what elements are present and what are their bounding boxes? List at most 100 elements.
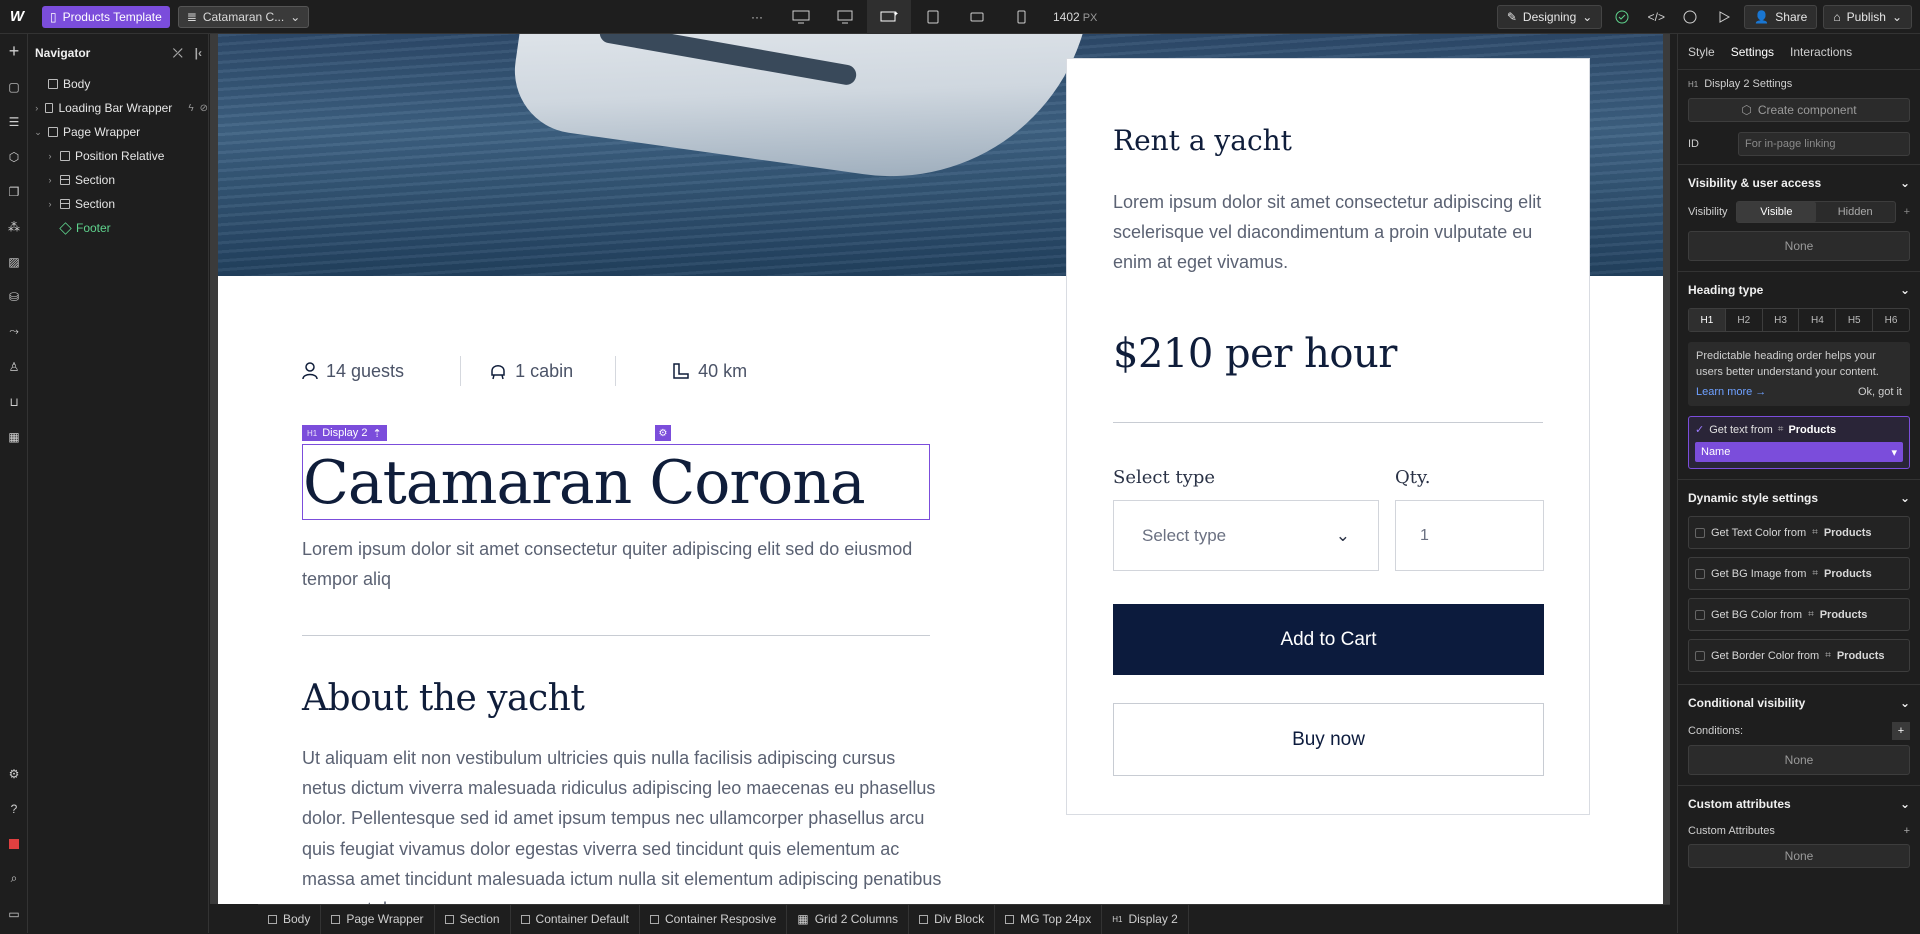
heading-h5-button[interactable]: H5 xyxy=(1836,309,1874,331)
select-parent-icon[interactable]: ⇡ xyxy=(372,427,381,440)
publish-button[interactable]: ⌂ Publish ⌄ xyxy=(1823,5,1912,29)
dynamic-border-color[interactable]: Get Border Color from ⌗ Products xyxy=(1688,639,1910,672)
breakpoint-mobile-landscape-icon[interactable] xyxy=(955,0,999,34)
navigator-icon[interactable]: ☰ xyxy=(0,104,28,139)
chevron-down-icon[interactable]: ⌄ xyxy=(1900,797,1910,811)
check-icon[interactable]: ✓ xyxy=(1695,423,1704,436)
add-panel-icon[interactable]: + xyxy=(0,34,28,69)
breakpoint-mobile-icon[interactable] xyxy=(999,0,1043,34)
ok-got-it-button[interactable]: Ok, got it xyxy=(1858,384,1902,400)
cms-icon[interactable]: ⛁ xyxy=(0,279,28,314)
chevron-right-icon[interactable]: › xyxy=(45,151,55,161)
heading-h6-button[interactable]: H6 xyxy=(1873,309,1909,331)
share-button[interactable]: 👤 Share xyxy=(1744,5,1818,29)
heading-h1-button[interactable]: H1 xyxy=(1689,309,1726,331)
code-icon[interactable]: </> xyxy=(1642,3,1670,31)
visibility-none[interactable]: None xyxy=(1688,231,1910,261)
users-icon[interactable]: ♙ xyxy=(0,349,28,384)
quantity-input[interactable]: 1 xyxy=(1395,500,1544,571)
breadcrumb-item[interactable]: ▦ Grid 2 Columns xyxy=(787,904,910,934)
add-to-cart-button[interactable]: Add to Cart xyxy=(1113,604,1544,675)
checkbox[interactable] xyxy=(1695,609,1705,620)
select-type-dropdown[interactable]: Select type ⌄ xyxy=(1113,500,1379,571)
tab-style[interactable]: Style xyxy=(1688,45,1715,59)
heading-h4-button[interactable]: H4 xyxy=(1799,309,1837,331)
nav-item-loading-bar-wrapper[interactable]: › Loading Bar Wrapper ϟ ⊘ xyxy=(29,96,208,120)
field-select[interactable]: Name ▾ xyxy=(1695,442,1903,462)
style-selectors-icon[interactable]: ❐ xyxy=(0,174,28,209)
breakpoint-tablet-icon[interactable] xyxy=(911,0,955,34)
collapse-all-icon[interactable]: ⤫ xyxy=(173,46,183,61)
tab-settings[interactable]: Settings xyxy=(1731,45,1774,59)
search-icon[interactable]: ⌕ xyxy=(0,861,28,896)
chevron-down-icon[interactable]: ⌄ xyxy=(1900,696,1910,710)
logic-icon[interactable]: ⤳ xyxy=(0,314,28,349)
chevron-right-icon[interactable]: › xyxy=(45,199,55,209)
dynamic-text-color[interactable]: Get Text Color from ⌗ Products xyxy=(1688,516,1910,549)
nav-item-body[interactable]: Body xyxy=(29,72,208,96)
add-condition-icon[interactable]: + xyxy=(1892,722,1910,740)
id-input[interactable]: For in-page linking xyxy=(1738,132,1910,156)
breadcrumb-item-current[interactable]: H1 Display 2 xyxy=(1102,904,1189,934)
ecommerce-icon[interactable]: ⊔ xyxy=(0,384,28,419)
help-icon[interactable]: ? xyxy=(0,791,28,826)
tab-interactions[interactable]: Interactions xyxy=(1790,45,1852,59)
breadcrumb-item[interactable]: Page Wrapper xyxy=(321,904,435,934)
breakpoint-large-desktop-icon[interactable] xyxy=(779,0,823,34)
record-icon[interactable] xyxy=(0,826,28,861)
chevron-down-icon[interactable]: ⌄ xyxy=(1900,491,1910,505)
video-tutorials-icon[interactable]: ▭ xyxy=(0,896,28,931)
dynamic-bg-color[interactable]: Get BG Color from ⌗ Products xyxy=(1688,598,1910,631)
nav-item-position-relative[interactable]: › Position Relative xyxy=(29,144,208,168)
nav-item-section[interactable]: › Section xyxy=(29,192,208,216)
nav-item-section[interactable]: › Section xyxy=(29,168,208,192)
nav-item-footer[interactable]: Footer xyxy=(29,216,208,240)
components-icon[interactable]: ⬡ xyxy=(0,139,28,174)
comments-icon[interactable] xyxy=(1676,3,1704,31)
breakpoint-desktop-icon[interactable] xyxy=(823,0,867,34)
breadcrumb-item[interactable]: Body xyxy=(258,904,322,934)
chevron-right-icon[interactable]: › xyxy=(45,175,55,185)
conditions-none[interactable]: None xyxy=(1688,745,1910,775)
selected-element-tag[interactable]: H1 Display 2 ⇡ xyxy=(302,425,387,441)
breakpoint-base-icon[interactable]: ✦ xyxy=(867,0,911,34)
checkbox[interactable] xyxy=(1695,527,1705,538)
breadcrumb-item[interactable]: Container Resposive xyxy=(640,904,788,934)
element-settings-gear-icon[interactable]: ⚙ xyxy=(655,425,671,441)
add-icon[interactable]: + xyxy=(1904,206,1910,218)
custom-attributes-none[interactable]: None xyxy=(1688,844,1910,868)
settings-gear-icon[interactable]: ⚙ xyxy=(0,756,28,791)
create-component-button[interactable]: ⬡ Create component xyxy=(1688,98,1910,122)
variables-icon[interactable]: ⁂ xyxy=(0,209,28,244)
nav-item-page-wrapper[interactable]: ⌄ Page Wrapper xyxy=(29,120,208,144)
audit-check-icon[interactable] xyxy=(1608,3,1636,31)
checkbox[interactable] xyxy=(1695,650,1705,661)
page-selector[interactable]: ▯ Products Template xyxy=(42,5,170,28)
learn-more-link[interactable]: Learn more → xyxy=(1696,384,1766,400)
breadcrumb-item[interactable]: Div Block xyxy=(909,904,996,934)
heading-h3-button[interactable]: H3 xyxy=(1763,309,1800,331)
add-attribute-icon[interactable]: + xyxy=(1904,825,1910,837)
product-title[interactable]: Catamaran Corona xyxy=(302,444,930,520)
breadcrumb-item[interactable]: Container Default xyxy=(511,904,640,934)
webflow-logo-icon[interactable]: W xyxy=(0,0,34,34)
collection-item-selector[interactable]: ≣ Catamaran C... ⌄ xyxy=(177,5,310,28)
hidden-option[interactable]: Hidden xyxy=(1816,202,1895,222)
heading-h2-button[interactable]: H2 xyxy=(1726,309,1763,331)
mode-dropdown[interactable]: ✎ Designing ⌄ xyxy=(1496,5,1603,29)
preview-play-icon[interactable] xyxy=(1710,3,1738,31)
chevron-right-icon[interactable]: › xyxy=(33,103,40,113)
pages-icon[interactable]: ▢ xyxy=(0,69,28,104)
chevron-down-icon[interactable]: ⌄ xyxy=(1900,283,1910,297)
heading-level-selector[interactable]: H1 H2 H3 H4 H5 H6 xyxy=(1688,308,1910,332)
breadcrumb-item[interactable]: Section xyxy=(435,904,511,934)
buy-now-button[interactable]: Buy now xyxy=(1113,703,1544,776)
visibility-toggle[interactable]: Visible Hidden xyxy=(1736,201,1896,223)
chevron-down-icon[interactable]: ⌄ xyxy=(33,127,43,138)
breadcrumb-item[interactable]: MG Top 24px xyxy=(995,904,1103,934)
checkbox[interactable] xyxy=(1695,568,1705,579)
apps-icon[interactable]: ▦ xyxy=(0,419,28,454)
pin-panel-icon[interactable]: |‹ xyxy=(195,46,202,61)
assets-icon[interactable]: ▨ xyxy=(0,244,28,279)
dynamic-bg-image[interactable]: Get BG Image from ⌗ Products xyxy=(1688,557,1910,590)
